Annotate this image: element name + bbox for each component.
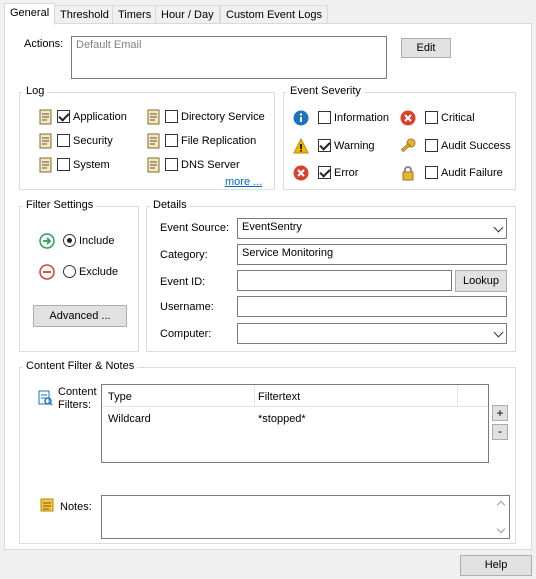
include-radio[interactable]	[63, 234, 76, 247]
table-cell-filtertext[interactable]: *stopped*	[258, 413, 306, 425]
severity-critical-label: Critical	[441, 112, 475, 124]
error-icon	[293, 165, 309, 181]
remove-filter-button[interactable]: -	[492, 424, 508, 440]
username-field[interactable]	[237, 296, 507, 317]
notes-field[interactable]	[101, 495, 510, 539]
general-tab-panel: Actions: Default Email Edit Log Applicat…	[4, 23, 532, 550]
log-icon	[38, 109, 54, 125]
log-icon	[146, 133, 162, 149]
column-divider	[254, 385, 255, 407]
exclude-label: Exclude	[79, 266, 119, 278]
filter-settings-title: Filter Settings	[23, 199, 97, 211]
severity-information-checkbox[interactable]	[318, 111, 331, 124]
notes-label: Notes:	[60, 501, 92, 513]
advanced-button[interactable]: Advanced ...	[33, 305, 127, 327]
event-id-field[interactable]	[237, 270, 452, 291]
severity-critical-checkbox[interactable]	[425, 111, 438, 124]
lock-icon	[400, 165, 416, 181]
tab-threshold[interactable]: Threshold	[54, 5, 115, 24]
chevron-down-icon	[493, 222, 504, 233]
severity-audit-success-label: Audit Success	[441, 140, 511, 152]
log-file-replication-label: File Replication	[181, 135, 257, 147]
chevron-down-icon	[493, 327, 504, 338]
severity-error-label: Error	[334, 167, 359, 179]
event-id-label: Event ID:	[160, 276, 206, 288]
column-header-filtertext[interactable]: Filtertext	[258, 391, 300, 403]
help-button[interactable]: Help	[460, 555, 532, 576]
info-icon	[293, 110, 309, 126]
log-system-checkbox[interactable]	[57, 158, 70, 171]
log-system-label: System	[73, 159, 110, 171]
severity-audit-failure-checkbox[interactable]	[425, 166, 438, 179]
exclude-minus-icon	[39, 264, 55, 280]
event-source-label: Event Source:	[160, 222, 230, 234]
actions-label: Actions:	[24, 38, 64, 50]
log-group-title: Log	[23, 85, 48, 97]
column-divider	[457, 385, 458, 407]
add-filter-button[interactable]: +	[492, 405, 508, 421]
include-label: Include	[79, 235, 115, 247]
computer-combo[interactable]	[237, 323, 507, 344]
event-source-combo[interactable]: EventSentry	[237, 218, 507, 239]
notes-icon	[39, 497, 55, 513]
log-application-label: Application	[73, 111, 127, 123]
severity-warning-label: Warning	[334, 140, 375, 152]
warning-icon	[293, 137, 309, 154]
log-security-checkbox[interactable]	[57, 134, 70, 147]
content-filters-table[interactable]: Type Filtertext Wildcard *stopped*	[101, 384, 489, 463]
lookup-button[interactable]: Lookup	[455, 270, 507, 292]
log-directory-service-checkbox[interactable]	[165, 110, 178, 123]
log-dns-server-label: DNS Server	[181, 159, 240, 171]
edit-button[interactable]: Edit	[401, 38, 451, 58]
severity-audit-success-checkbox[interactable]	[425, 139, 438, 152]
severity-error-checkbox[interactable]	[318, 166, 331, 179]
log-application-checkbox[interactable]	[57, 110, 70, 123]
category-label: Category:	[160, 249, 208, 261]
tab-general[interactable]: General	[4, 3, 56, 25]
category-field[interactable]: Service Monitoring	[237, 244, 507, 265]
computer-label: Computer:	[160, 328, 212, 340]
tab-hour-day[interactable]: Hour / Day	[155, 5, 220, 24]
username-label: Username:	[160, 301, 214, 313]
log-directory-service-label: Directory Service	[181, 111, 265, 123]
severity-warning-checkbox[interactable]	[318, 139, 331, 152]
column-header-type[interactable]: Type	[108, 391, 132, 403]
event-source-value: EventSentry	[242, 221, 302, 233]
tab-timers[interactable]: Timers	[112, 5, 158, 24]
log-dns-server-checkbox[interactable]	[165, 158, 178, 171]
tab-custom-event-logs[interactable]: Custom Event Logs	[220, 5, 328, 24]
filter-settings-group: Filter Settings	[19, 199, 139, 352]
log-icon	[38, 133, 54, 149]
content-filters-label-line2: Filters:	[58, 399, 91, 411]
details-title: Details	[150, 199, 190, 211]
log-file-replication-checkbox[interactable]	[165, 134, 178, 147]
include-arrow-icon	[39, 233, 55, 249]
content-filters-label-line1: Content	[58, 386, 97, 398]
exclude-radio[interactable]	[63, 265, 76, 278]
content-filter-title: Content Filter & Notes	[23, 360, 138, 372]
log-icon	[38, 157, 54, 173]
log-security-label: Security	[73, 135, 113, 147]
more-logs-link[interactable]: more ...	[225, 176, 262, 188]
key-icon	[400, 138, 416, 154]
critical-icon	[400, 110, 416, 126]
actions-field[interactable]: Default Email	[71, 36, 387, 79]
severity-information-label: Information	[334, 112, 390, 124]
log-icon	[146, 157, 162, 173]
event-severity-title: Event Severity	[287, 85, 364, 97]
severity-audit-failure-label: Audit Failure	[441, 167, 503, 179]
log-icon	[146, 109, 162, 125]
content-filter-icon	[37, 390, 53, 406]
table-cell-type[interactable]: Wildcard	[108, 413, 151, 425]
